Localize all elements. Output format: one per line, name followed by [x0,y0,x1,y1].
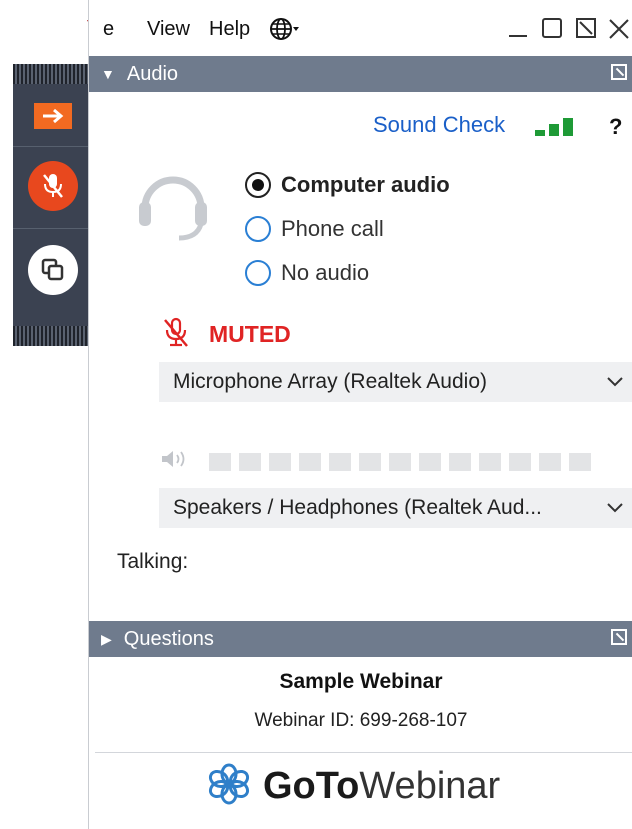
webinar-title: Sample Webinar [279,670,443,693]
microphone-device-value: Microphone Array (Realtek Audio) [173,370,487,393]
footer-divider [95,752,632,753]
audio-option-computer[interactable]: Computer audio [245,172,450,198]
minimize-icon[interactable] [507,16,529,46]
audio-option-label: No audio [281,260,370,285]
screen-share-icon [28,245,78,295]
radio-button[interactable] [245,216,271,242]
microphone-muted-icon [28,161,78,211]
flower-logo-icon [207,762,251,811]
globe-icon [269,18,299,47]
audio-panel-header[interactable]: ▼ Audio [89,56,632,92]
chevron-down-icon [605,369,625,399]
questions-panel-title: Questions [123,627,214,650]
muted-label: MUTED [209,321,291,347]
menu-help[interactable]: Help [209,18,250,41]
audio-option-label: Computer audio [281,172,450,197]
strip-divider [13,146,93,147]
arrow-right-icon [34,103,72,129]
talking-label: Talking: [117,550,189,573]
panel-detach-icon[interactable] [611,629,627,645]
drag-grip-bottom[interactable] [13,326,93,346]
sound-check-link[interactable]: Sound Check [373,112,505,138]
detach-icon[interactable] [575,16,597,46]
speaker-level-meter [159,448,599,475]
menu-bar: e View Help [89,0,632,56]
webinar-id: Webinar ID: 699-268-107 [254,710,468,731]
brand-wordmark: GoToWebinar [263,765,500,808]
menu-file[interactable]: e [103,18,114,41]
brand-webinar: Webinar [359,765,501,807]
audio-option-label: Phone call [281,216,384,241]
mute-status[interactable]: MUTED [161,316,291,353]
chevron-down-icon [605,495,625,525]
audio-panel-title: Audio [126,62,179,85]
show-panel-button[interactable] [13,96,93,136]
menu-view[interactable]: View [147,18,190,41]
audio-option-phone[interactable]: Phone call [245,216,384,242]
audio-option-none[interactable]: No audio [245,260,369,286]
control-panel-window: e View Help ▼ Audio Sound Check ? Comput… [88,0,632,829]
signal-level-icon [535,116,585,136]
speaker-device-value: Speakers / Headphones (Realtek Aud... [173,496,542,519]
microphone-select[interactable]: Microphone Array (Realtek Audio) [159,362,632,402]
help-icon[interactable]: ? [609,114,622,140]
microphone-muted-icon [161,316,191,353]
radio-button[interactable] [245,172,271,198]
mute-toggle-button[interactable] [13,160,93,212]
headset-icon [135,168,211,249]
restore-icon[interactable] [541,16,563,46]
collapse-triangle-icon: ▼ [101,66,115,82]
language-menu-button[interactable] [269,16,299,48]
strip-divider [13,228,93,229]
drag-grip-top[interactable] [13,64,93,84]
radio-button[interactable] [245,260,271,286]
screen-share-button[interactable] [13,244,93,296]
speaker-select[interactable]: Speakers / Headphones (Realtek Aud... [159,488,632,528]
gotowebinar-logo: GoToWebinar [207,762,500,811]
close-icon[interactable] [607,16,631,46]
expand-triangle-icon: ▶ [101,630,112,647]
questions-panel-header[interactable]: ▶ Questions [89,621,632,657]
brand-goto: GoTo [263,765,360,807]
control-panel-strip [13,64,93,346]
panel-detach-icon[interactable] [611,64,627,80]
speaker-icon [159,448,193,475]
